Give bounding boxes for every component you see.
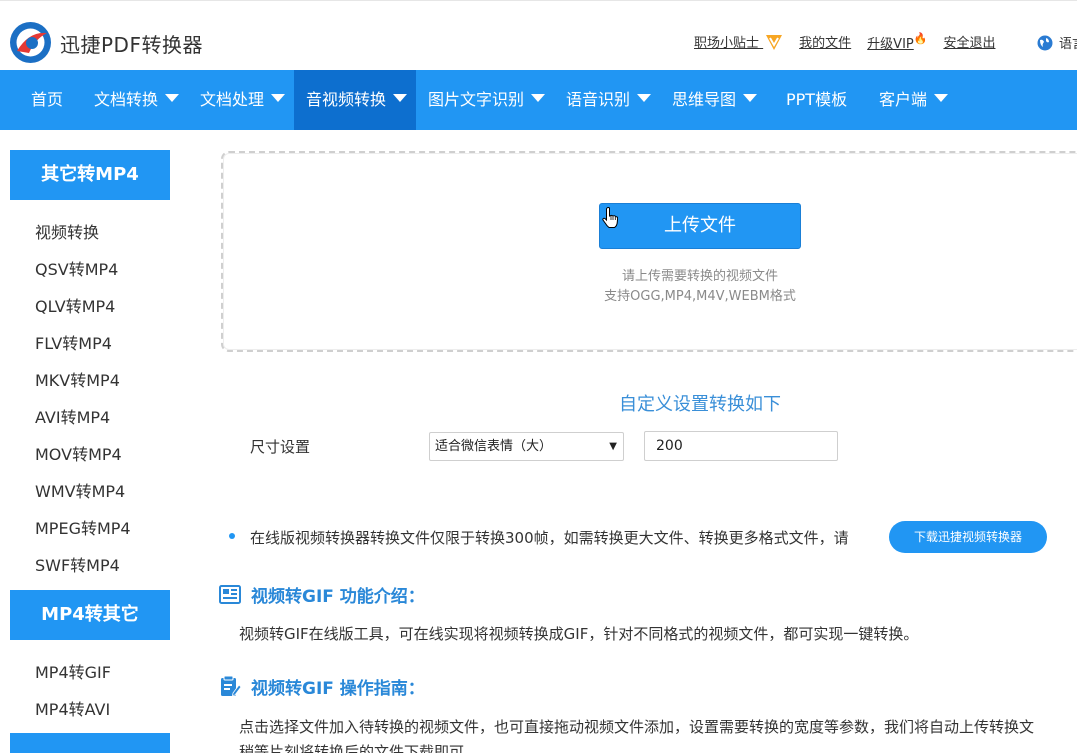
sidebar-item[interactable]: WMV转MP4 [35, 478, 125, 502]
vip-badge-icon [766, 35, 783, 50]
nav-label: 客户端 [879, 90, 928, 109]
nav-speech[interactable]: 语音识别 [566, 70, 652, 130]
main-nav: 首页 文档转换 文档处理 音视频转换 图片文字识别 语音识别 思维导图 PPT模… [0, 70, 1077, 130]
nav-av-convert[interactable]: 音视频转换 [294, 70, 416, 130]
download-client-button[interactable]: 下载迅捷视频转换器 [889, 521, 1047, 553]
sidebar-item[interactable]: AVI转MP4 [35, 404, 110, 428]
intro-text: 视频转GIF在线版工具，可在线实现将视频转换成GIF，针对不同格式的视频文件，都… [239, 625, 919, 643]
sidebar-item[interactable]: MP4转GIF [35, 659, 111, 683]
sidebar-item[interactable]: MP4转AVI [35, 696, 110, 720]
sidebar-group-title: 其它转MP4 [10, 150, 170, 200]
sidebar-item[interactable]: FLV转MP4 [35, 330, 112, 354]
bullet-dot [229, 533, 235, 539]
size-value-input[interactable]: 200 [644, 431, 838, 461]
upload-hint-line1: 请上传需要转换的视频文件 [621, 269, 778, 284]
globe-icon [1037, 35, 1053, 50]
upgrade-vip-link[interactable]: 升级VIP🔥 [867, 32, 927, 52]
sidebar-group-title-partial [10, 733, 170, 753]
language-label: 语言 [1059, 37, 1077, 52]
top-header: 迅捷PDF转换器 职场小贴士 我的文件 升级VIP🔥 安全退出 语言 [0, 0, 1077, 70]
sidebar-item[interactable]: QLV转MP4 [35, 293, 115, 317]
settings-title: 自定义设置转换如下 [619, 394, 781, 415]
nav-label: 文档处理 [200, 90, 265, 109]
hand-cursor-icon [602, 207, 618, 228]
chevron-down-icon [743, 94, 758, 102]
nav-mindmap[interactable]: 思维导图 [672, 70, 758, 130]
size-setting-label: 尺寸设置 [250, 438, 311, 456]
chevron-down-icon [165, 94, 180, 102]
nav-doc-convert[interactable]: 文档转换 [94, 70, 180, 130]
nav-label: 语音识别 [566, 90, 631, 109]
guide-text-line1: 点击选择文件加入待转换的视频文件，也可直接拖动视频文件添加，设置需要转换的宽度等… [239, 718, 1035, 736]
chevron-down-icon [934, 94, 949, 102]
guide-icon [221, 675, 241, 697]
nav-label: 文档转换 [94, 90, 159, 109]
dropdown-arrow-icon: ▼ [609, 441, 617, 452]
tips-link[interactable]: 职场小贴士 [694, 32, 783, 52]
chevron-down-icon [531, 94, 546, 102]
nav-ppt[interactable]: PPT模板 [786, 70, 847, 130]
nav-doc-process[interactable]: 文档处理 [200, 70, 286, 130]
limit-notice: 在线版视频转换器转换文件仅限于转换300帧，如需转换更大文件、转换更多格式文件，… [250, 529, 849, 547]
guide-text-line2: 稍等片刻将转换后的文件下载即可 [239, 743, 465, 753]
intro-title: 视频转GIF 功能介绍： [251, 587, 425, 607]
upload-dropzone[interactable] [221, 151, 1077, 352]
news-icon [219, 585, 241, 604]
sidebar-item[interactable]: 视频转换 [35, 219, 99, 243]
upgrade-vip-label: 升级VIP [867, 37, 914, 52]
chevron-down-icon [271, 94, 286, 102]
top-links: 职场小贴士 我的文件 升级VIP🔥 安全退出 [694, 32, 995, 52]
size-preset-value: 适合微信表情（大） [435, 439, 553, 454]
chevron-down-icon [393, 94, 408, 102]
sidebar-item[interactable]: QSV转MP4 [35, 256, 118, 280]
nav-client[interactable]: 客户端 [879, 70, 949, 130]
nav-ocr[interactable]: 图片文字识别 [428, 70, 546, 130]
fire-icon: 🔥 [913, 32, 928, 45]
language-switch[interactable]: 语言 [1037, 33, 1077, 52]
nav-label: PPT模板 [786, 90, 848, 109]
nav-home[interactable]: 首页 [31, 70, 63, 130]
brand-logo-icon[interactable] [9, 21, 52, 64]
tips-label: 职场小贴士 [694, 36, 760, 51]
sidebar-item[interactable]: SWF转MP4 [35, 552, 120, 576]
guide-title: 视频转GIF 操作指南： [251, 679, 425, 699]
sidebar-item[interactable]: MPEG转MP4 [35, 515, 131, 539]
size-preset-select[interactable]: 适合微信表情（大） ▼ [429, 432, 624, 461]
upload-hint-line2: 支持OGG,MP4,M4V,WEBM格式 [604, 289, 796, 304]
nav-label: 首页 [31, 90, 64, 109]
sidebar-item[interactable]: MOV转MP4 [35, 441, 122, 465]
nav-label: 思维导图 [672, 90, 737, 109]
my-files-link[interactable]: 我的文件 [799, 32, 851, 52]
logout-link[interactable]: 安全退出 [943, 32, 995, 52]
nav-label: 图片文字识别 [428, 90, 525, 109]
sidebar-group-title: MP4转其它 [10, 590, 170, 640]
brand-name[interactable]: 迅捷PDF转换器 [60, 29, 203, 58]
chevron-down-icon [637, 94, 652, 102]
sidebar-item[interactable]: MKV转MP4 [35, 367, 120, 391]
nav-label: 音视频转换 [306, 90, 387, 109]
upload-file-button[interactable]: 上传文件 [599, 203, 801, 249]
